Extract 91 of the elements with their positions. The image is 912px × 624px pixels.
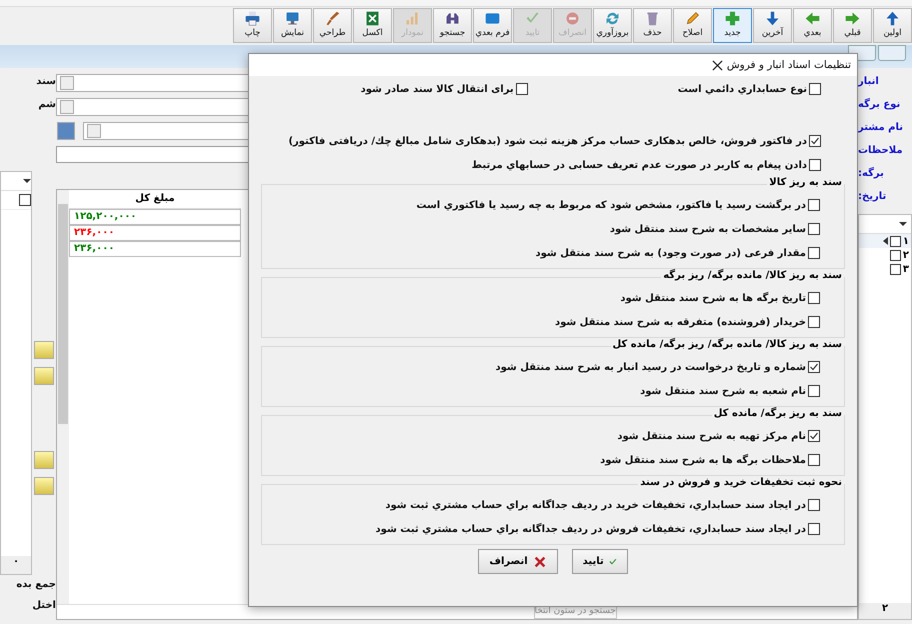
toolbar-button[interactable]: نمايش — [273, 8, 312, 43]
checkbox[interactable] — [808, 523, 820, 535]
stop-icon — [564, 10, 581, 27]
option-label: ملاحظات برگه ها به شرح سند منتقل شود — [600, 454, 806, 466]
field-label: سند — [35, 76, 56, 87]
field-label: برگه: — [858, 168, 884, 179]
toolbar-button[interactable]: بروزآوري — [593, 8, 632, 43]
table-cell: ۱۲۵,۲۰۰,۰۰۰ — [69, 209, 241, 225]
left-icon — [804, 10, 821, 27]
option-label: در ايجاد سند حسابداري، تخفيفات خريد در رديف جداگانه براي حساب مشتري ثبت شود — [385, 500, 806, 510]
option-label: نام شعبه به شرح سند منتقل شود — [640, 386, 806, 396]
toolbar-button[interactable]: حذف — [633, 8, 672, 43]
close-icon[interactable] — [712, 60, 723, 70]
cancel-button[interactable]: انصراف — [478, 549, 558, 574]
summary-label: جمع بده — [15, 579, 56, 590]
toolbar-button[interactable]: اصلاح — [673, 8, 712, 43]
option-label: نوع حسابداري دائمي است — [678, 84, 807, 94]
summary-label: اختل — [31, 600, 56, 611]
toolbar-button[interactable]: فرم بعدي — [473, 8, 512, 43]
checkbox[interactable] — [808, 454, 820, 466]
group-title: نحوه ثبت تخفيفات خريد و فروش در سند — [638, 477, 844, 488]
cross-icon — [532, 554, 547, 568]
checkbox[interactable] — [808, 292, 820, 304]
pencil-icon — [684, 10, 701, 27]
toolbar-button[interactable]: جديد — [713, 8, 752, 43]
record-count: ۲ — [859, 603, 911, 619]
option-label: خريدار (فروشنده) متفرقه به شرح سند منتقل شود — [554, 316, 806, 328]
checkbox[interactable] — [809, 135, 821, 147]
checkbox[interactable] — [890, 250, 901, 260]
option-label: ساير مشخصات به شرح سند منتقل شود — [610, 224, 806, 234]
option-label: در فاكتور فروش، خالص بدهكارى حساب مركز هزينه ثبت شود (بدهكارى شامل مبالغ چك/ دريافتى فاكتور) — [288, 136, 807, 146]
field-label: نوع برگه — [858, 99, 900, 110]
option-label: در ايجاد سند حسابداري، تخفيفات فروش در رديف جداگانه براي حساب مشتري ثبت شود — [376, 524, 806, 534]
option-label: نام مركز تهيه به شرح سند منتقل شود — [617, 430, 806, 442]
checkbox[interactable] — [808, 316, 820, 328]
down-icon — [764, 10, 781, 27]
checkbox[interactable] — [19, 194, 31, 206]
toolbar-button[interactable]: بعدي — [793, 8, 832, 43]
table-cell: ۲۳۶,۰۰۰ — [69, 241, 241, 257]
sheet-icon — [364, 10, 381, 27]
group-title: سند به ريز كالا — [767, 177, 844, 188]
dialog-title: تنظيمات اسناد انبار و فروش — [726, 59, 851, 71]
option-label: براى انتقال كالا سند صادر شود — [360, 84, 514, 94]
dropdown-arrow-icon[interactable] — [899, 222, 907, 226]
checkbox[interactable] — [808, 499, 820, 511]
list-footer-count: ۰ — [1, 556, 31, 574]
checkbox[interactable] — [890, 264, 901, 274]
group-title: سند به ريز كالا/ مانده برگه/ ريز برگه — [661, 270, 844, 281]
checkbox[interactable] — [808, 361, 820, 373]
field-label: تاريخ: — [858, 191, 886, 202]
toolbar-button[interactable]: جستجو — [433, 8, 472, 43]
checkbox[interactable] — [809, 83, 821, 95]
checkbox[interactable] — [516, 83, 528, 95]
option-label: در برگشت رسيد يا فاكتور، مشخص شود كه مربوط به چه رسيد يا فاكتوري است — [416, 200, 806, 210]
scrollbar[interactable] — [57, 190, 69, 604]
plus-icon — [724, 10, 741, 27]
right-icon — [844, 10, 861, 27]
checkbox[interactable] — [808, 430, 820, 442]
row-number: ۳ — [902, 264, 909, 274]
checkbox[interactable] — [890, 236, 901, 246]
table-cell: ۲۳۶,۰۰۰ — [69, 225, 241, 241]
monitor-icon — [284, 10, 301, 27]
toolbar-button[interactable]: اولين — [873, 8, 912, 43]
printer-icon — [244, 10, 261, 27]
checkbox[interactable] — [808, 247, 820, 259]
current-row-icon — [882, 237, 888, 245]
option-label: مقدار فرعى (در صورت وجود) به شرح سند منتقل شود — [536, 248, 806, 258]
toolbar-button[interactable]: چاپ — [233, 8, 272, 43]
group-title: سند به ريز برگه/ مانده كل — [712, 408, 844, 419]
column-header[interactable]: مبلغ كل — [69, 190, 241, 209]
refresh-icon — [604, 10, 621, 27]
toolbar-button[interactable]: طراحي — [313, 8, 352, 43]
confirm-button[interactable]: تاييد — [572, 549, 628, 574]
group-title: سند به ريز كالا/ مانده برگه/ ريز برگه/ مانده كل — [610, 339, 844, 350]
toolbar-button[interactable]: آخرين — [753, 8, 792, 43]
row-number: ۲ — [902, 250, 909, 260]
row-number: ۱ — [902, 236, 909, 246]
checkbox[interactable] — [808, 385, 820, 397]
checkbox[interactable] — [808, 223, 820, 235]
checkbox[interactable] — [808, 199, 820, 211]
field-label: ملاحظات — [858, 145, 903, 156]
option-label: دادن پيغام به كاربر در صورت عدم تعريف حسابى در حسابهاي مرتبط — [472, 160, 807, 170]
toolbar-button[interactable]: قبلي — [833, 8, 872, 43]
option-label: تاريخ برگه ها به شرح سند منتقل شود — [620, 292, 806, 304]
dropdown-arrow-icon[interactable] — [23, 179, 31, 183]
field-label: شم — [37, 99, 56, 110]
toolbar-button[interactable]: اكسل — [353, 8, 392, 43]
checkbox[interactable] — [809, 159, 821, 171]
up-icon — [884, 10, 901, 27]
option-label: شماره و تاريخ درخواست در رسيد انبار به شرح سند منتقل شود — [495, 362, 806, 372]
brush-icon — [324, 10, 341, 27]
